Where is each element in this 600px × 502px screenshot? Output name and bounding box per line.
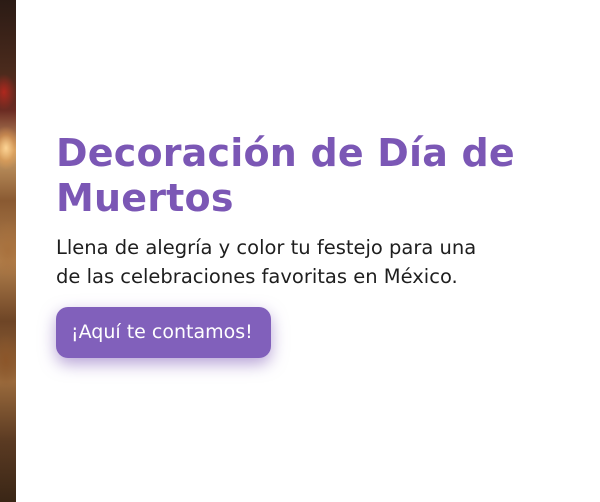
banner-content: Decoración de Día de Muertos Llena de al… — [56, 131, 576, 358]
banner-description: Llena de alegría y color tu festejo para… — [56, 236, 477, 288]
promo-banner: Decoración de Día de Muertos Llena de al… — [0, 0, 600, 502]
altar-photo — [0, 0, 16, 502]
cta-button[interactable]: ¡Aquí te contamos! — [56, 307, 271, 358]
banner-title: Decoración de Día de Muertos — [56, 131, 515, 220]
